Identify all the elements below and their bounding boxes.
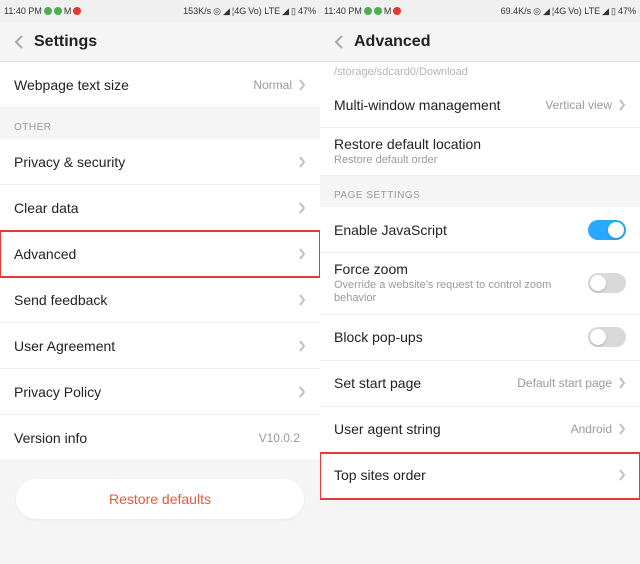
title-bar: Advanced [320,22,640,62]
row-label: User agent string [334,421,441,437]
title-bar: Settings [0,22,320,62]
row-user-agent-string[interactable]: User agent string Android [320,407,640,453]
row-send-feedback[interactable]: Send feedback [0,277,320,323]
row-top-sites-order[interactable]: Top sites order [320,453,640,499]
row-label: Send feedback [14,292,107,308]
row-label: Top sites order [334,467,426,483]
row-value: V10.0.2 [259,431,300,445]
chevron-right-icon [618,99,626,111]
row-block-popups[interactable]: Block pop-ups [320,315,640,361]
row-label: Privacy Policy [14,384,101,400]
row-label: Block pop-ups [334,329,423,345]
row-label: Multi-window management [334,97,501,113]
row-label: User Agreement [14,338,115,354]
hotspot-icon: ◎ [213,6,221,17]
chevron-right-icon [298,202,306,214]
status-dot-icon [374,7,382,15]
row-user-agreement[interactable]: User Agreement [0,323,320,369]
signal-icon: ◢ [543,6,550,17]
row-set-start-page[interactable]: Set start page Default start page [320,361,640,407]
hotspot-icon: ◎ [533,6,541,17]
row-force-zoom[interactable]: Force zoom Override a website's request … [320,253,640,314]
status-time: 11:40 PM [324,6,362,16]
chevron-right-icon [298,340,306,352]
status-dot-icon [54,7,62,15]
volte-icon: Vo) LTE [248,6,280,16]
battery-icon: ▯ [291,6,296,17]
toggle-force-zoom[interactable] [588,273,626,293]
row-subtext: Restore default order [334,154,481,167]
battery-percent: 47% [298,6,316,16]
chevron-right-icon [298,386,306,398]
row-label: Force zoom [334,261,580,277]
signal-icon: ◢ [602,6,609,17]
row-advanced[interactable]: Advanced [0,231,320,277]
page-title: Settings [34,33,97,51]
status-dot-icon [44,7,52,15]
row-label: Webpage text size [14,77,129,93]
chevron-right-icon [298,79,306,91]
status-dot-icon [393,7,401,15]
chevron-right-icon [298,248,306,260]
page-title: Advanced [354,33,430,51]
row-privacy-policy[interactable]: Privacy Policy [0,369,320,415]
battery-icon: ▯ [611,6,616,17]
toggle-enable-javascript[interactable] [588,220,626,240]
row-label: Set start page [334,375,421,391]
row-restore-default-location[interactable]: Restore default location Restore default… [320,128,640,176]
status-speed: 153K/s [183,6,211,16]
row-multi-window[interactable]: Multi-window management Vertical view [320,82,640,128]
row-value: Default start page [517,376,612,390]
chevron-right-icon [618,469,626,481]
status-speed: 69.4K/s [501,6,532,16]
download-path-text: /storage/sdcard0/Download [320,62,640,82]
row-privacy-security[interactable]: Privacy & security [0,139,320,185]
status-mail-icon: M [64,6,72,16]
row-label: Privacy & security [14,154,125,170]
battery-percent: 47% [618,6,636,16]
volte-icon: Vo) LTE [568,6,600,16]
status-mail-icon: M [384,6,392,16]
screen-settings: 11:40 PM M 153K/s ◎ ◢ ¦4G Vo) LTE ◢ ▯ 47… [0,0,320,564]
row-enable-javascript[interactable]: Enable JavaScript [320,207,640,253]
toggle-block-popups[interactable] [588,327,626,347]
chevron-right-icon [298,294,306,306]
status-bar: 11:40 PM M 153K/s ◎ ◢ ¦4G Vo) LTE ◢ ▯ 47… [0,0,320,22]
row-clear-data[interactable]: Clear data [0,185,320,231]
chevron-right-icon [618,377,626,389]
back-button[interactable] [330,33,348,51]
section-header-page-settings: PAGE SETTINGS [320,176,640,207]
row-label: Advanced [14,246,76,262]
row-value: Android [571,422,612,436]
row-label: Clear data [14,200,79,216]
row-value: Normal [253,78,292,92]
status-dot-icon [364,7,372,15]
network-label: ¦4G [552,6,566,16]
signal-icon: ◢ [282,6,289,17]
row-value: Vertical view [545,98,612,112]
row-label: Enable JavaScript [334,222,447,238]
row-version-info[interactable]: Version info V10.0.2 [0,415,320,461]
status-time: 11:40 PM [4,6,42,16]
signal-icon: ◢ [223,6,230,17]
status-dot-icon [73,7,81,15]
screen-advanced: 11:40 PM M 69.4K/s ◎ ◢ ¦4G Vo) LTE ◢ ▯ 4… [320,0,640,564]
chevron-right-icon [618,423,626,435]
row-label: Version info [14,430,87,446]
section-header-other: OTHER [0,108,320,139]
button-label: Restore defaults [109,491,211,507]
network-label: ¦4G [232,6,246,16]
restore-defaults-button[interactable]: Restore defaults [16,479,304,519]
row-webpage-text-size[interactable]: Webpage text size Normal [0,62,320,108]
chevron-right-icon [298,156,306,168]
row-subtext: Override a website's request to control … [334,279,580,305]
row-label: Restore default location [334,136,481,152]
back-button[interactable] [10,33,28,51]
status-bar: 11:40 PM M 69.4K/s ◎ ◢ ¦4G Vo) LTE ◢ ▯ 4… [320,0,640,22]
